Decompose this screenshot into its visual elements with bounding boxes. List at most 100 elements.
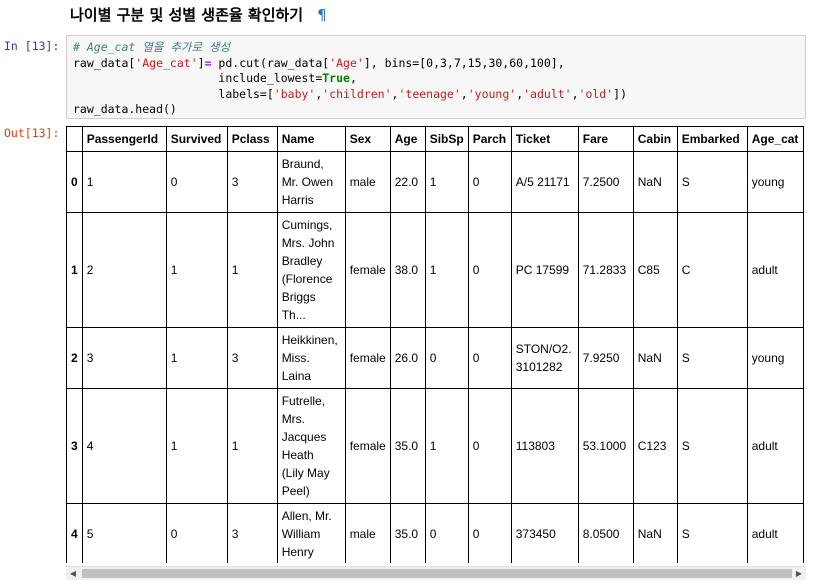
table-cell: 373450 [510, 503, 579, 563]
code-text: # Age_cat 열을 추가로 생성 raw_data['Age_cat']=… [73, 40, 628, 116]
table-cell: 1 [165, 388, 228, 504]
table-cell: young [746, 151, 804, 213]
table-cell: 0 [467, 212, 512, 328]
row-index: 2 [66, 327, 83, 389]
table-cell: NaN [632, 503, 678, 563]
table-header-row: PassengerId Survived Pclass Name Sex Age SibSp… [66, 126, 804, 152]
table-cell: 1 [165, 212, 228, 328]
table-cell: 35.0 [389, 503, 426, 563]
table-cell: 0 [467, 151, 512, 213]
column-header: Survived [165, 126, 228, 152]
cell-line: Miss. [281, 351, 310, 365]
table-cell: young [746, 327, 804, 389]
table-cell: 71.2833 [577, 212, 634, 328]
cell-line: Heath [281, 448, 314, 462]
table-cell: S [676, 503, 748, 563]
table-cell: C [676, 212, 748, 328]
table-cell: 8.0500 [577, 503, 634, 563]
table-cell: Heikkinen, Miss. Laina [276, 327, 346, 389]
cell-line: Mrs. [281, 412, 306, 426]
code-cell-editor[interactable]: # Age_cat 열을 추가로 생성 raw_data['Age_cat']=… [66, 35, 806, 119]
table-cell: 22.0 [389, 151, 426, 213]
table-cell: 3 [226, 151, 278, 213]
table-cell: 38.0 [389, 212, 426, 328]
table-cell: 1 [165, 327, 228, 389]
table-cell: 3 [226, 503, 278, 563]
scroll-right-icon[interactable]: ▶ [792, 567, 806, 580]
table-cell: female [344, 212, 391, 328]
table-cell: 0 [424, 503, 469, 563]
table-cell: 53.1000 [577, 388, 634, 504]
input-prompt: In [13]: [4, 39, 60, 53]
cell-line: 3101282 [515, 360, 563, 374]
table-cell: 1 [81, 151, 167, 213]
table-cell: 1 [226, 388, 278, 504]
table-cell: Futrelle, Mrs. Jacques Heath (Lily May Peel) [276, 388, 346, 504]
table-cell: adult [746, 503, 804, 563]
scroll-left-icon[interactable]: ◀ [66, 567, 80, 580]
table-cell: 4 [81, 388, 167, 504]
table-cell: adult [746, 212, 804, 328]
column-header: Ticket [510, 126, 579, 152]
table-cell: C85 [632, 212, 678, 328]
cell-line: Jacques [281, 430, 327, 444]
cell-line: Mr. Owen [281, 175, 334, 189]
column-header: Name [276, 126, 346, 152]
table-cell: 1 [424, 212, 469, 328]
table-cell: 113803 [510, 388, 579, 504]
table-cell: 0 [424, 327, 469, 389]
table-cell: 3 [81, 327, 167, 389]
heading-text: 나이별 구분 및 성별 생존율 확인하기 [70, 6, 304, 24]
cell-line: Mrs. John [281, 236, 335, 250]
table-cell: 0 [165, 151, 228, 213]
cell-line: Futrelle, [281, 394, 326, 408]
scrollbar-thumb[interactable] [82, 569, 792, 578]
cell-line: (Lily May [281, 466, 330, 480]
cell-line: Heikkinen, [281, 333, 338, 347]
dataframe-table: PassengerId Survived Pclass Name Sex Age SibSp… [66, 126, 804, 563]
cell-line: Henry [281, 545, 314, 559]
table-cell: 2 [81, 212, 167, 328]
cell-line: William [281, 527, 321, 541]
table-cell: 7.2500 [577, 151, 634, 213]
table-cell: 1 [226, 212, 278, 328]
column-header: Parch [467, 126, 512, 152]
table-row: 0 1 0 3 Braund, Mr. Owen Harris male 22.0 1 0 A/5 2… [66, 151, 804, 213]
horizontal-scrollbar[interactable]: ◀ ▶ [66, 566, 806, 580]
cell-line: Cumings, [281, 218, 333, 232]
table-row: 2 3 1 3 Heikkinen, Miss. Laina female 26.0 0 0 STON… [66, 327, 804, 389]
row-index: 1 [66, 212, 83, 328]
table-cell: 0 [165, 503, 228, 563]
row-index: 0 [66, 151, 83, 213]
table-cell: 0 [467, 503, 512, 563]
markdown-heading: 나이별 구분 및 성별 생존율 확인하기 ¶ [70, 4, 327, 26]
cell-line: Th... [281, 308, 306, 322]
table-cell: 35.0 [389, 388, 426, 504]
anchor-link-icon[interactable]: ¶ [317, 6, 327, 24]
cell-line: Briggs [281, 290, 316, 304]
table-cell: 0 [467, 327, 512, 389]
table-cell: Allen, Mr. William Henry [276, 503, 346, 563]
table-cell: 7.9250 [577, 327, 634, 389]
table-cell: NaN [632, 151, 678, 213]
column-header: Age [389, 126, 426, 152]
table-cell: female [344, 327, 391, 389]
table-cell: Cumings, Mrs. John Bradley (Florence Briggs T… [276, 212, 346, 328]
row-index: 3 [66, 388, 83, 504]
column-header: Fare [577, 126, 634, 152]
cell-line: Harris [281, 193, 314, 207]
table-cell: 26.0 [389, 327, 426, 389]
table-cell: 1 [424, 388, 469, 504]
table-row: 3 4 1 1 Futrelle, Mrs. Jacques Heath (Lily May Pe… [66, 388, 804, 504]
table-cell: S [676, 388, 748, 504]
table-cell: C123 [632, 388, 678, 504]
table-cell: PC 17599 [510, 212, 579, 328]
table-cell: NaN [632, 327, 678, 389]
row-index: 4 [66, 503, 83, 563]
cell-line: Laina [281, 369, 312, 383]
table-cell: Braund, Mr. Owen Harris [276, 151, 346, 213]
output-prompt: Out[13]: [4, 126, 60, 140]
table-cell: female [344, 388, 391, 504]
index-header [66, 126, 83, 152]
table-cell: male [344, 151, 391, 213]
